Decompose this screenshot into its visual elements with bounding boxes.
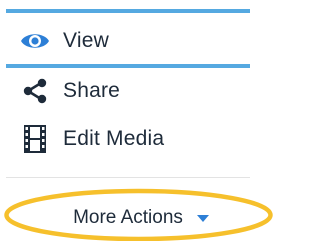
top-accent-bar xyxy=(6,9,250,13)
menu-item-share[interactable]: Share xyxy=(0,74,279,108)
active-item-accent-bar xyxy=(6,64,250,68)
eye-icon xyxy=(18,26,52,56)
share-icon xyxy=(18,76,52,106)
caret-down-icon xyxy=(196,214,209,222)
menu-item-edit-media[interactable]: Edit Media xyxy=(0,122,279,156)
film-icon xyxy=(18,124,52,154)
menu-item-label: Share xyxy=(63,79,121,102)
menu-item-view[interactable]: View xyxy=(0,24,279,58)
more-actions-label: More Actions xyxy=(73,207,183,228)
menu-item-label: View xyxy=(63,29,109,52)
actions-panel: View Share Edit Media More Actions xyxy=(0,0,279,248)
more-actions-button[interactable]: More Actions xyxy=(12,195,270,241)
menu-item-label: Edit Media xyxy=(63,127,165,150)
menu-divider xyxy=(6,177,250,178)
